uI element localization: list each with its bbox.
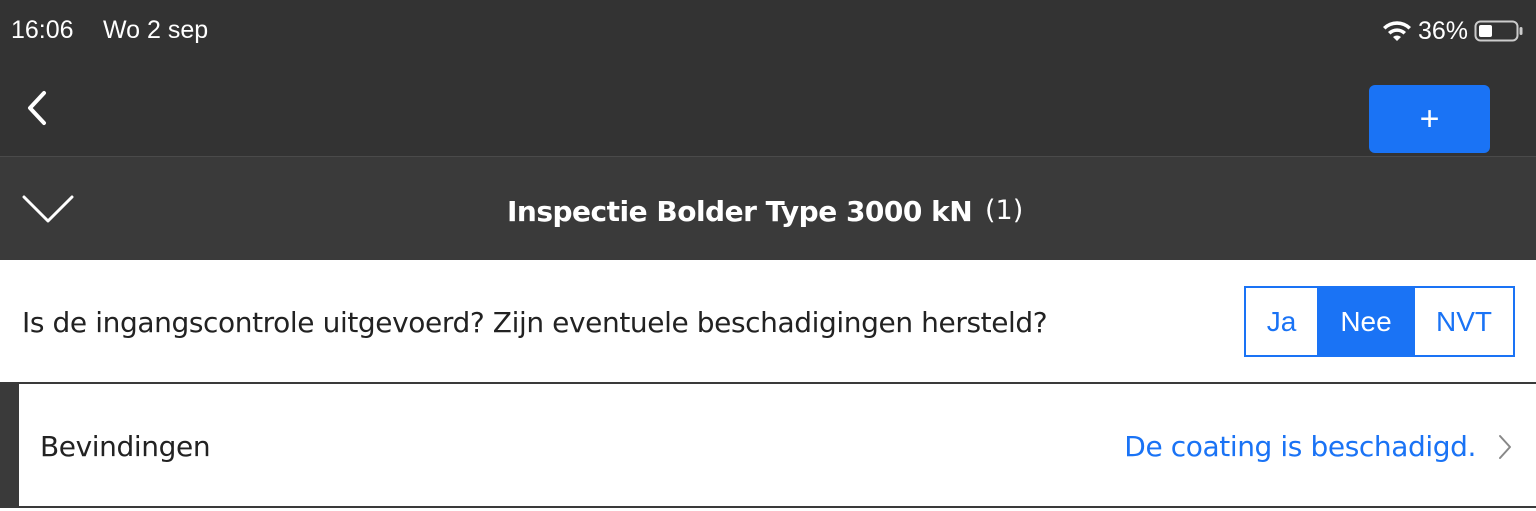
battery-icon [1474, 20, 1523, 42]
status-bar: 16:06 Wo 2 sep 36% [0, 0, 1536, 62]
battery-percentage: 36% [1417, 16, 1468, 45]
nav-bar: + [0, 62, 1536, 156]
chevron-down-icon[interactable] [22, 191, 74, 227]
chevron-right-icon [1499, 435, 1511, 459]
findings-value[interactable]: De coating is beschadigd. [1124, 430, 1476, 463]
section-header[interactable]: Inspectie Bolder Type 3000 kN (1) [0, 156, 1536, 260]
answer-option-nee[interactable]: Nee [1317, 288, 1415, 355]
section-count: (1) [985, 195, 1024, 226]
row-indicator-bar [0, 384, 19, 506]
answer-option-nvt[interactable]: NVT [1415, 288, 1513, 355]
answer-segmented-control[interactable]: Ja Nee NVT [1244, 286, 1515, 357]
answer-option-ja[interactable]: Ja [1246, 288, 1317, 355]
status-indicators: 36% [1382, 16, 1524, 46]
chevron-left-icon[interactable] [20, 88, 60, 128]
status-date: Wo 2 sep [103, 16, 209, 44]
status-time: 16:06 [11, 16, 74, 44]
add-button[interactable]: + [1369, 85, 1490, 153]
question-text: Is de ingangscontrole uitgevoerd? Zijn e… [22, 306, 1048, 339]
findings-row[interactable]: Bevindingen De coating is beschadigd. [0, 384, 1536, 508]
wifi-icon [1382, 21, 1411, 41]
question-row: Is de ingangscontrole uitgevoerd? Zijn e… [0, 260, 1536, 384]
section-title: Inspectie Bolder Type 3000 kN [507, 195, 973, 228]
findings-label: Bevindingen [40, 430, 211, 463]
